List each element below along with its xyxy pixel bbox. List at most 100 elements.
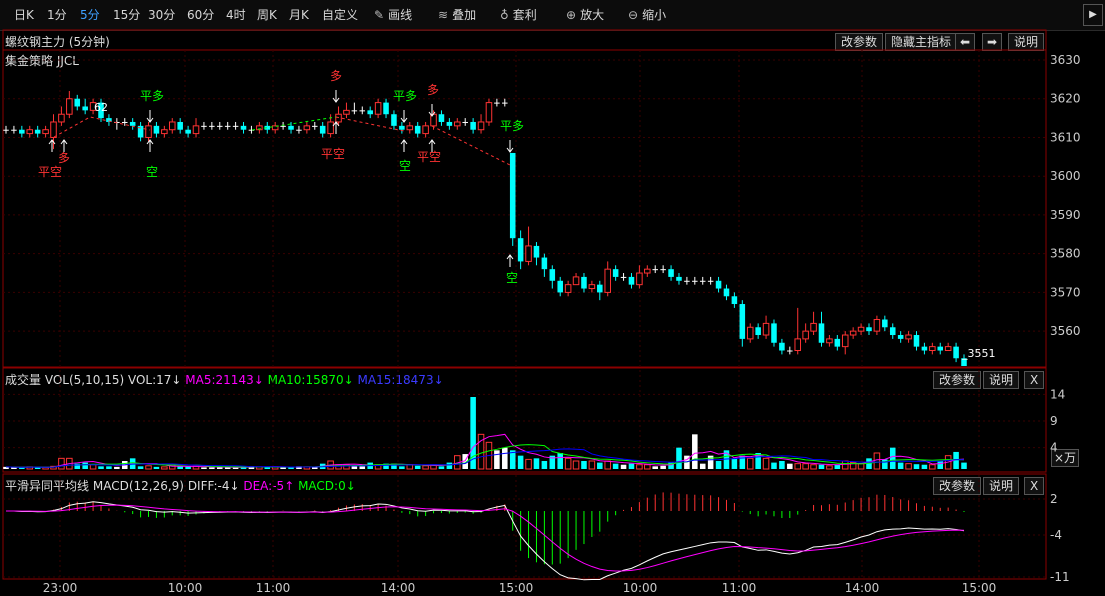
candle-body	[414, 125, 421, 134]
arrow-down-icon	[506, 140, 514, 153]
volume-bar	[414, 465, 421, 469]
candle	[58, 106, 65, 126]
candle-body	[533, 245, 540, 258]
candle-body	[216, 125, 223, 127]
candle-body	[288, 125, 294, 130]
candle	[485, 98, 493, 126]
candle-body	[612, 269, 619, 277]
volume-bar	[557, 453, 563, 469]
volume-bar	[834, 464, 841, 469]
volume-panel-frame	[2, 367, 1047, 473]
volume-bar	[58, 457, 65, 470]
candle	[676, 273, 682, 285]
candle-body	[889, 327, 896, 336]
volume-bar	[731, 458, 738, 469]
candle	[82, 98, 88, 115]
signal-label: 平多	[140, 89, 164, 103]
price-tick-label: 3590	[1050, 208, 1081, 222]
candle-body	[684, 280, 690, 282]
time-tick-label: 15:00	[962, 581, 997, 595]
candle	[921, 342, 928, 355]
candle	[810, 311, 817, 336]
candle	[42, 125, 49, 138]
candle	[707, 276, 714, 285]
volume-bar	[676, 447, 682, 469]
volume-tick-label: 4	[1050, 441, 1058, 455]
candle-body	[168, 121, 176, 131]
candle	[779, 338, 785, 355]
candle	[882, 315, 888, 332]
candle	[216, 121, 223, 130]
candlestick-series	[3, 90, 967, 366]
candle	[802, 323, 809, 343]
arrow-down-icon	[146, 110, 154, 123]
volume-bar	[438, 466, 445, 469]
candle-body	[26, 129, 34, 135]
candle-body	[3, 129, 9, 131]
time-tick-label: 14:00	[845, 581, 880, 595]
candle	[723, 284, 730, 301]
candle	[660, 265, 666, 274]
candle	[406, 121, 414, 134]
candle	[849, 327, 857, 339]
candle	[787, 346, 793, 355]
arrow-up-icon	[48, 139, 56, 152]
candle-body	[391, 114, 397, 126]
candle	[739, 300, 746, 347]
volume-bar	[771, 462, 777, 469]
candle-body	[581, 276, 587, 289]
candle	[438, 110, 445, 126]
candle-body	[755, 327, 761, 336]
candle	[422, 121, 429, 138]
candle	[153, 121, 160, 138]
volume-bar	[525, 458, 532, 470]
volume-bar	[921, 464, 928, 469]
volume-bar	[351, 466, 358, 469]
candle-body	[660, 269, 666, 271]
signal-trend-line	[431, 125, 511, 166]
signal-label: 多	[58, 151, 70, 165]
candle	[771, 319, 777, 347]
candle	[525, 226, 532, 266]
chart-canvas[interactable]: 平空多平多空多平空平多空多平空平多空 363036203610360035903…	[0, 0, 1105, 596]
candle-body	[517, 238, 524, 262]
candle	[692, 276, 698, 285]
candle-body	[762, 322, 770, 336]
volume-bar	[841, 460, 849, 470]
candle	[873, 315, 881, 336]
candle-body	[82, 106, 88, 111]
candle-body	[628, 276, 635, 285]
volume-bar	[541, 461, 548, 469]
candle-body	[866, 327, 872, 332]
candle-body	[470, 121, 476, 130]
candle-body	[327, 121, 334, 135]
candle-body	[177, 121, 183, 130]
candle-body	[296, 129, 302, 131]
volume-bar	[597, 462, 603, 469]
candle-body	[715, 280, 722, 289]
candle-body	[446, 121, 453, 126]
candle	[391, 110, 397, 130]
volume-bar	[746, 457, 754, 470]
volume-bar	[818, 464, 825, 469]
candle	[818, 311, 825, 347]
candle-body	[636, 272, 643, 286]
volume-bar	[802, 463, 809, 470]
volume-bar	[288, 467, 294, 469]
strategy-signals: 平空多平多空多平空平多空多平空平多空	[38, 69, 524, 285]
price-tick-label: 3570	[1050, 285, 1081, 299]
candle	[224, 121, 231, 130]
candle	[944, 342, 952, 352]
signal-label: 平多	[393, 89, 417, 103]
arrow-down-icon	[332, 90, 340, 103]
candle	[129, 118, 136, 130]
candle-body	[477, 121, 485, 131]
signal-label: 平多	[500, 119, 524, 133]
candle	[597, 280, 603, 301]
arrow-up-icon	[506, 254, 514, 267]
candle	[462, 118, 468, 126]
candle	[26, 125, 34, 138]
candle	[826, 335, 833, 347]
candle-body	[771, 323, 777, 343]
candle	[185, 125, 191, 138]
